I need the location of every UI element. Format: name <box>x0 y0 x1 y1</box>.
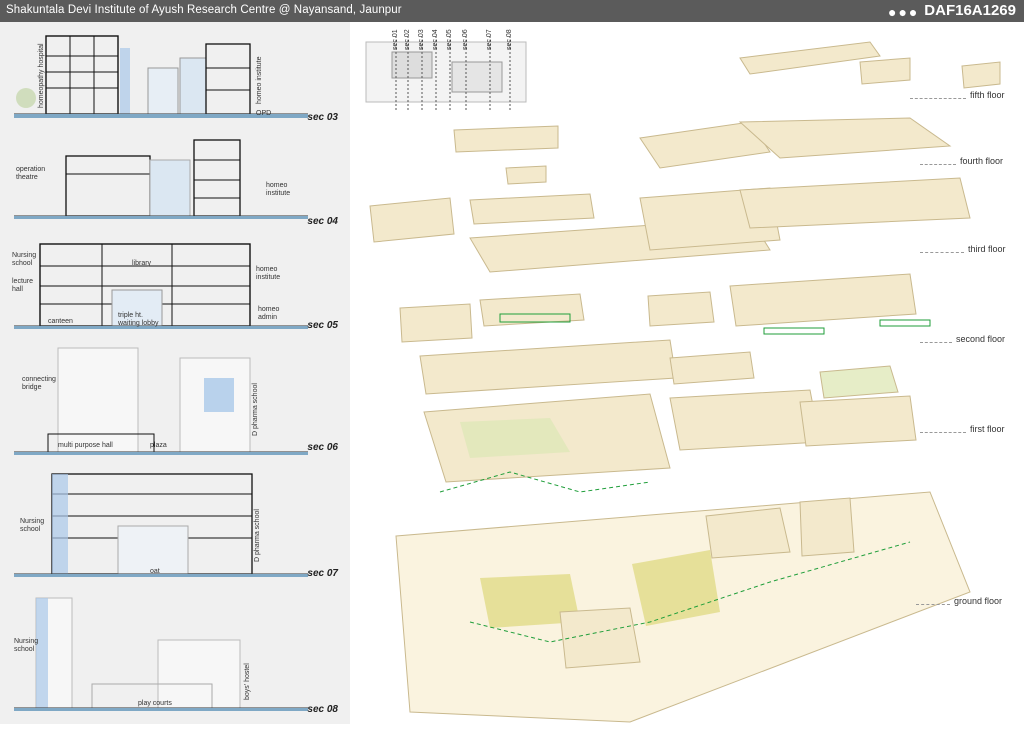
label-nursing-school: Nursing school <box>14 638 39 653</box>
floor-line-second <box>920 342 952 343</box>
sections-panel: homeopathy hospital homeo institute OPD … <box>0 22 350 724</box>
key-mark-sec02: sec 02 <box>404 29 411 50</box>
label-connecting-bridge: connecting bridge <box>22 376 56 391</box>
sheet-code: DAF16A1269 <box>924 2 1016 19</box>
label-homeo-admin: homeo admin <box>258 306 280 321</box>
key-mark-sec04: sec 04 <box>432 29 439 50</box>
label-boys-hostel: boys' hostel <box>244 663 251 700</box>
label-homeo-institute: homeo institute <box>256 56 263 104</box>
label-lecture-hall: lecture hall <box>12 278 34 293</box>
section-08: Nursing school boys' hostel play courts … <box>8 592 342 720</box>
exploded-axonometric: fifth floor fourth floor third floor sec… <box>350 22 1024 724</box>
title-bar: Shakuntala Devi Institute of Ayush Resea… <box>0 0 1024 22</box>
label-nursing-school: Nursing school <box>12 252 37 267</box>
section-03: homeopathy hospital homeo institute OPD … <box>8 28 342 128</box>
section-name: sec 04 <box>307 216 338 227</box>
label-d-pharma-school: D pharma school <box>252 383 259 436</box>
section-name: sec 06 <box>307 442 338 453</box>
key-mark-sec03: sec 03 <box>418 29 425 50</box>
label-homeo-institute: homeo institute <box>266 182 291 197</box>
floor-label-third: third floor <box>968 244 1006 254</box>
floor-label-fifth: fifth floor <box>970 90 1005 100</box>
floor-label-second: second floor <box>956 334 1006 344</box>
floor-label-fourth: fourth floor <box>960 156 1004 166</box>
label-opd: OPD <box>256 110 272 117</box>
floor-label-first: first floor <box>970 424 1005 434</box>
floor-line-fifth <box>910 98 966 99</box>
section-03-drawing <box>14 35 308 118</box>
sheet-title: Shakuntala Devi Institute of Ayush Resea… <box>6 4 402 16</box>
label-operation-theatre: operation theatre <box>16 166 46 181</box>
section-04: operation theatre homeo institute sec 04 <box>8 134 342 234</box>
floor-line-third <box>920 252 964 253</box>
key-mark-sec05: sec 05 <box>446 29 453 50</box>
section-06: connecting bridge D pharma school multi … <box>8 342 342 462</box>
section-name: sec 07 <box>307 568 338 579</box>
label-canteen: canteen <box>48 318 73 325</box>
label-homeo-institute: homeo institute <box>256 266 281 281</box>
label-plaza: plaza <box>150 442 167 449</box>
label-library: library <box>132 260 152 267</box>
section-08-drawing <box>14 597 308 711</box>
section-07-drawing <box>14 473 308 577</box>
label-nursing-school: Nursing school <box>20 518 45 533</box>
section-name: sec 08 <box>307 704 338 715</box>
section-05: Nursing school library homeo institute l… <box>8 238 342 338</box>
floor-line-ground <box>916 604 950 605</box>
dots-icon: ●●● <box>888 4 920 20</box>
section-name: sec 03 <box>307 112 338 123</box>
floor-line-fourth <box>920 164 956 165</box>
label-waiting-lobby: triple ht. waiting lobby <box>118 312 159 327</box>
floor-label-ground: ground floor <box>954 596 1003 606</box>
label-play-courts: play courts <box>138 700 172 707</box>
key-mark-sec01: sec 01 <box>392 29 399 50</box>
label-oat: oat <box>150 568 160 575</box>
key-mark-sec07: sec 07 <box>486 29 493 50</box>
label-multi-purpose-hall: multi purpose hall <box>58 442 113 449</box>
section-07: Nursing school D pharma school oat sec 0… <box>8 466 342 586</box>
key-mark-sec06: sec 06 <box>462 29 469 50</box>
label-homeopathy-hospital: homeopathy hospital <box>38 43 45 108</box>
label-d-pharma-school: D pharma school <box>254 509 261 562</box>
floor-line-first <box>920 432 966 433</box>
axonometric-drawing <box>369 41 1001 723</box>
section-name: sec 05 <box>307 320 338 331</box>
key-mark-sec08: sec 08 <box>506 29 513 50</box>
key-plan: sec 01 sec 02 sec 03 sec 04 sec 05 sec 0… <box>362 22 532 112</box>
